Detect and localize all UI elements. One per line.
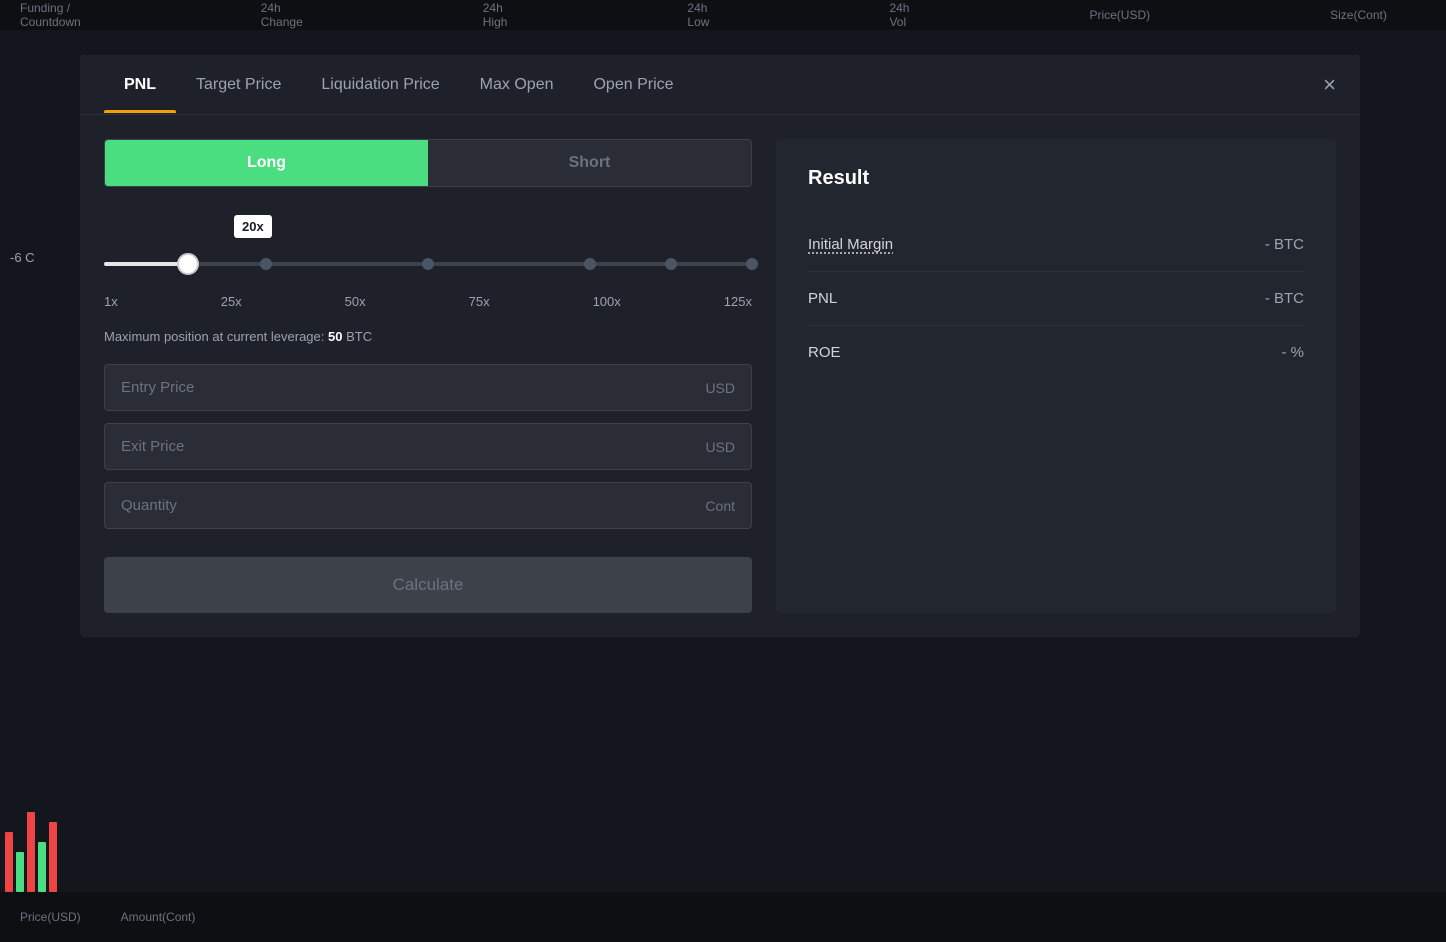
- bottom-amount-label: Amount(Cont): [121, 910, 196, 924]
- pnl-label: PNL: [808, 290, 837, 307]
- candle: [38, 842, 46, 892]
- candle: [5, 832, 13, 892]
- leverage-slider-wrapper[interactable]: [104, 244, 752, 284]
- label-1x: 1x: [104, 294, 118, 309]
- modal-body: Long Short 20x 1x: [80, 115, 1360, 637]
- slider-thumb[interactable]: [177, 253, 199, 275]
- close-button[interactable]: ×: [1323, 74, 1336, 96]
- label-50x: 50x: [345, 294, 366, 309]
- entry-price-suffix: USD: [705, 380, 735, 396]
- col-high: 24h High: [483, 1, 508, 29]
- quantity-group: Cont: [104, 482, 752, 529]
- exit-price-field[interactable]: USD: [104, 423, 752, 470]
- stop-dot-125x: [746, 258, 758, 270]
- leverage-area: 20x 1x 25x 50x 75x 100: [104, 215, 752, 309]
- initial-margin-label: Initial Margin: [808, 236, 893, 253]
- tab-open-price[interactable]: Open Price: [573, 58, 693, 112]
- result-row-roe: ROE - %: [808, 326, 1304, 379]
- tab-liquidation-price[interactable]: Liquidation Price: [301, 58, 459, 112]
- leverage-tooltip: 20x: [234, 215, 272, 238]
- pnl-value: - BTC: [1265, 290, 1304, 307]
- initial-margin-value: - BTC: [1265, 236, 1304, 253]
- slider-labels: 1x 25x 50x 75x 100x 125x: [104, 294, 752, 309]
- result-panel: Result Initial Margin - BTC PNL - BTC RO…: [776, 139, 1336, 613]
- quantity-input[interactable]: [121, 497, 705, 514]
- calculate-button[interactable]: Calculate: [104, 557, 752, 613]
- exit-price-suffix: USD: [705, 439, 735, 455]
- col-change: 24h Change: [261, 1, 303, 29]
- stop-dot-75x: [584, 258, 596, 270]
- left-number-indicator: -6 C: [10, 250, 35, 265]
- stop-dot-50x: [422, 258, 434, 270]
- roe-value: - %: [1282, 344, 1305, 361]
- left-panel: Long Short 20x 1x: [104, 139, 776, 613]
- quantity-suffix: Cont: [705, 498, 735, 514]
- roe-label: ROE: [808, 344, 841, 361]
- bottom-bar: Price(USD) Amount(Cont): [0, 892, 1446, 942]
- col-vol: 24h Vol: [889, 1, 909, 29]
- col-size: Size(Cont): [1330, 8, 1387, 22]
- top-bar: Funding / Countdown 24h Change 24h High …: [0, 0, 1446, 30]
- label-100x: 100x: [593, 294, 621, 309]
- candle-chart: [0, 90, 75, 892]
- exit-price-input[interactable]: [121, 438, 705, 455]
- short-button[interactable]: Short: [428, 140, 751, 186]
- tab-pnl[interactable]: PNL: [104, 58, 176, 112]
- result-title: Result: [808, 167, 1304, 190]
- quantity-field[interactable]: Cont: [104, 482, 752, 529]
- label-25x: 25x: [221, 294, 242, 309]
- tab-max-open[interactable]: Max Open: [460, 58, 574, 112]
- entry-price-field[interactable]: USD: [104, 364, 752, 411]
- entry-price-group: USD: [104, 364, 752, 411]
- candle: [16, 852, 24, 892]
- tabs-bar: PNL Target Price Liquidation Price Max O…: [80, 55, 1360, 115]
- stop-dot-25x: [260, 258, 272, 270]
- stop-dot-100x: [665, 258, 677, 270]
- candle: [49, 822, 57, 892]
- long-short-toggle: Long Short: [104, 139, 752, 187]
- result-row-initial-margin: Initial Margin - BTC: [808, 218, 1304, 272]
- max-position-text: Maximum position at current leverage: 50…: [104, 329, 752, 344]
- col-low: 24h Low: [687, 1, 709, 29]
- entry-price-input[interactable]: [121, 379, 705, 396]
- col-price: Price(USD): [1089, 8, 1150, 22]
- calculator-modal: PNL Target Price Liquidation Price Max O…: [80, 55, 1360, 637]
- bottom-price-label: Price(USD): [20, 910, 81, 924]
- col-funding: Funding / Countdown: [20, 1, 81, 29]
- label-75x: 75x: [469, 294, 490, 309]
- long-button[interactable]: Long: [105, 140, 428, 186]
- result-row-pnl: PNL - BTC: [808, 272, 1304, 326]
- exit-price-group: USD: [104, 423, 752, 470]
- slider-fill: [104, 262, 188, 266]
- tab-target-price[interactable]: Target Price: [176, 58, 301, 112]
- candle: [27, 812, 35, 892]
- label-125x: 125x: [724, 294, 752, 309]
